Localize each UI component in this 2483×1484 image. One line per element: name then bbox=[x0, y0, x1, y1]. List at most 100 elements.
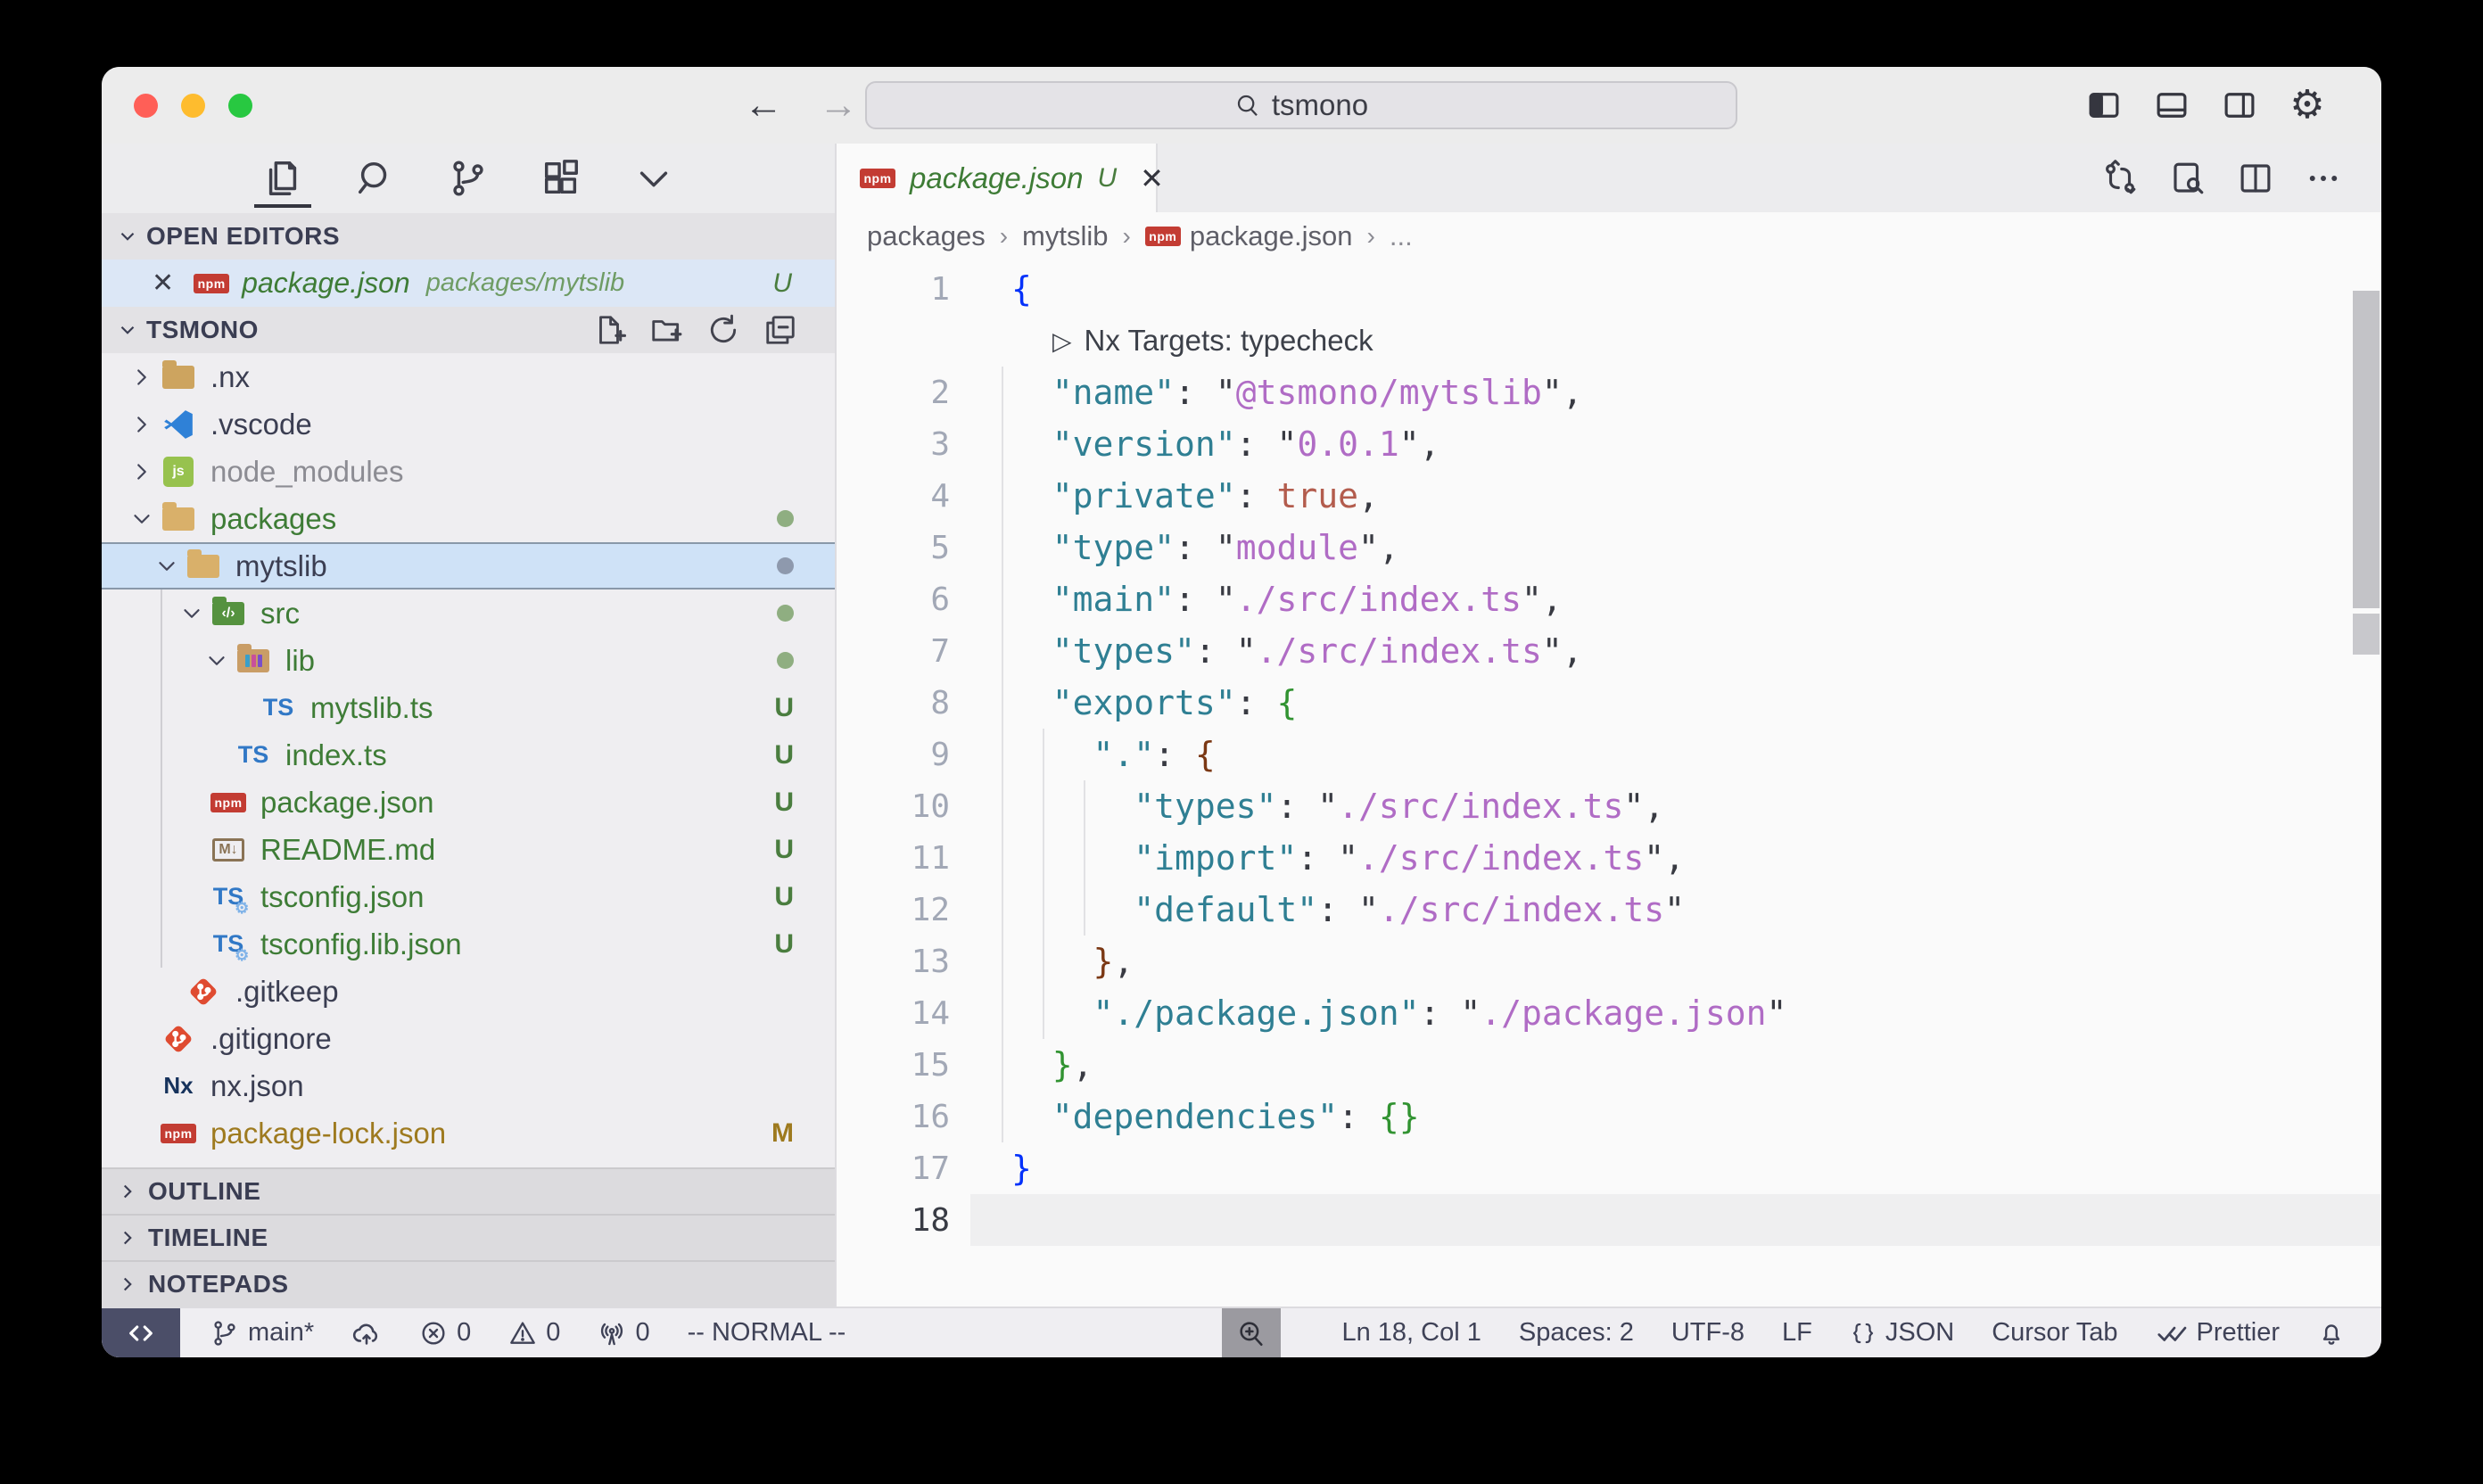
code-editor[interactable]: 1{▷Nx Targets: typecheck2 "name": "@tsmo… bbox=[837, 260, 2381, 1307]
status-item-warnings[interactable]: 0 bbox=[508, 1308, 560, 1357]
code-line-9[interactable]: 9 ".": { bbox=[837, 729, 2381, 780]
split-editor-icon[interactable] bbox=[2237, 160, 2274, 197]
code-line-6[interactable]: 6 "main": "./src/index.ts", bbox=[837, 573, 2381, 625]
minimize-window-button[interactable] bbox=[181, 94, 205, 118]
refresh-explorer-button[interactable] bbox=[706, 313, 740, 347]
code-token: "./package.json" bbox=[1093, 993, 1420, 1033]
code-line-16[interactable]: 16 "dependencies": {} bbox=[837, 1091, 2381, 1142]
code-line-4[interactable]: 4 "private": true, bbox=[837, 470, 2381, 522]
code-line-content: { bbox=[950, 263, 1032, 315]
tree-row-node-modules[interactable]: jsnode_modules bbox=[102, 448, 835, 495]
new-folder-button[interactable] bbox=[649, 313, 683, 347]
breadcrumb-item[interactable]: ... bbox=[1390, 220, 1413, 252]
status-item-language-mode[interactable]: JSON bbox=[1850, 1308, 1954, 1357]
tree-row-package-json[interactable]: npmpackage.jsonU bbox=[102, 779, 835, 826]
activity-item-search[interactable] bbox=[352, 149, 399, 208]
tree-row-nx-json[interactable]: Nxnx.json bbox=[102, 1062, 835, 1109]
tree-row--gitignore[interactable]: .gitignore bbox=[102, 1015, 835, 1062]
tree-row--gitkeep[interactable]: .gitkeep bbox=[102, 968, 835, 1015]
notepads-section[interactable]: NOTEPADS bbox=[102, 1260, 835, 1307]
code-line-14[interactable]: 14 "./package.json": "./package.json" bbox=[837, 987, 2381, 1039]
more-actions-icon[interactable] bbox=[2305, 160, 2342, 197]
code-line-18[interactable]: 18 bbox=[837, 1194, 2381, 1246]
toggle-panel-icon[interactable] bbox=[2151, 85, 2192, 126]
code-line-10[interactable]: 10 "types": "./src/index.ts", bbox=[837, 780, 2381, 832]
tree-row-package-lock-json[interactable]: npmpackage-lock.jsonM bbox=[102, 1109, 835, 1157]
code-line-7[interactable]: 7 "types": "./src/index.ts", bbox=[837, 625, 2381, 677]
command-center-search[interactable]: tsmono bbox=[865, 81, 1737, 129]
back-icon[interactable]: ← bbox=[744, 83, 783, 128]
code-line-8[interactable]: 8 "exports": { bbox=[837, 677, 2381, 729]
status-item-errors[interactable]: 0 bbox=[419, 1308, 471, 1357]
status-item-git-branch[interactable]: main* bbox=[210, 1308, 314, 1357]
tree-row--vscode[interactable]: .vscode bbox=[102, 400, 835, 448]
code-line-12[interactable]: 12 "default": "./src/index.ts" bbox=[837, 884, 2381, 936]
collapse-folders-icon bbox=[763, 313, 797, 347]
explorer-section-header[interactable]: TSMONO bbox=[102, 307, 835, 353]
status-item-ports[interactable]: 0 bbox=[598, 1308, 649, 1357]
toggle-secondary-sidebar-icon[interactable] bbox=[2219, 85, 2260, 126]
status-item-formatter[interactable]: Prettier bbox=[2156, 1308, 2280, 1357]
line-number: 15 bbox=[837, 1047, 950, 1084]
status-item-publish[interactable] bbox=[351, 1308, 382, 1357]
search-editor-icon[interactable] bbox=[2169, 160, 2207, 197]
tree-row-readme-md[interactable]: M↓README.mdU bbox=[102, 826, 835, 873]
code-token: " bbox=[1460, 993, 1481, 1033]
status-item-indentation[interactable]: Spaces: 2 bbox=[1519, 1308, 1634, 1357]
close-tab-icon[interactable]: ✕ bbox=[1140, 161, 1164, 195]
breadcrumb-item[interactable]: mytslib bbox=[1022, 220, 1108, 252]
code-line-5[interactable]: 5 "type": "module", bbox=[837, 522, 2381, 573]
open-changes-icon[interactable] bbox=[2101, 160, 2139, 197]
status-item-cursor-position[interactable]: Ln 18, Col 1 bbox=[1341, 1308, 1481, 1357]
open-editors-header[interactable]: OPEN EDITORS bbox=[102, 213, 835, 260]
status-item-cursor-tab[interactable]: Cursor Tab bbox=[1992, 1308, 2117, 1357]
outline-section[interactable]: OUTLINE bbox=[102, 1167, 835, 1214]
code-line-3[interactable]: 3 "version": "0.0.1", bbox=[837, 418, 2381, 470]
tree-row-mytslib-ts[interactable]: TSmytslib.tsU bbox=[102, 684, 835, 731]
code-token: " bbox=[1358, 890, 1379, 929]
tree-row-packages[interactable]: packages bbox=[102, 495, 835, 542]
tree-row-tsconfig-lib-json[interactable]: TS⚙tsconfig.lib.jsonU bbox=[102, 920, 835, 968]
tree-row-src[interactable]: ‹/›src bbox=[102, 589, 835, 637]
activity-item-extensions[interactable] bbox=[538, 149, 584, 208]
collapse-folders-button[interactable] bbox=[763, 313, 797, 347]
editor-scrollbar-segment[interactable] bbox=[2353, 614, 2380, 655]
activity-item-more-views[interactable] bbox=[631, 149, 677, 208]
code-line-17[interactable]: 17} bbox=[837, 1142, 2381, 1194]
status-item-eol[interactable]: LF bbox=[1782, 1308, 1812, 1357]
timeline-section[interactable]: TIMELINE bbox=[102, 1214, 835, 1260]
close-editor-icon[interactable]: ✕ bbox=[152, 268, 174, 299]
tree-row-tsconfig-json[interactable]: TS⚙tsconfig.jsonU bbox=[102, 873, 835, 920]
new-file-button[interactable] bbox=[592, 313, 626, 347]
code-token: " bbox=[1644, 838, 1664, 878]
tree-row-lib[interactable]: lib bbox=[102, 637, 835, 684]
status-item-encoding[interactable]: UTF-8 bbox=[1671, 1308, 1745, 1357]
activity-item-explorer[interactable] bbox=[260, 149, 306, 208]
code-line-15[interactable]: 15 }, bbox=[837, 1039, 2381, 1091]
code-lens[interactable]: ▷Nx Targets: typecheck bbox=[1052, 315, 2381, 367]
code-line-2[interactable]: 2 "name": "@tsmono/mytslib", bbox=[837, 367, 2381, 418]
status-item-screencast-zoom[interactable] bbox=[1222, 1308, 1281, 1357]
editor-scrollbar[interactable] bbox=[2353, 291, 2380, 608]
status-item-vim-mode[interactable]: -- NORMAL -- bbox=[688, 1308, 846, 1357]
tree-row-mytslib[interactable]: mytslib bbox=[102, 542, 835, 589]
open-editor-item[interactable]: ✕ npm package.json packages/mytslib U bbox=[102, 260, 835, 307]
breadcrumb-item[interactable]: npmpackage.json bbox=[1145, 220, 1353, 252]
forward-icon[interactable]: → bbox=[819, 83, 858, 128]
titlebar-actions: ⚙ bbox=[2083, 85, 2328, 126]
code-line-13[interactable]: 13 }, bbox=[837, 936, 2381, 987]
settings-gear-icon[interactable]: ⚙ bbox=[2287, 85, 2328, 126]
activity-item-source-control[interactable] bbox=[445, 149, 491, 208]
tree-row--nx[interactable]: .nx bbox=[102, 353, 835, 400]
code-line-11[interactable]: 11 "import": "./src/index.ts", bbox=[837, 832, 2381, 884]
tab-package-json[interactable]: npm package.json U ✕ bbox=[837, 144, 1158, 212]
tree-row-index-ts[interactable]: TSindex.tsU bbox=[102, 731, 835, 779]
breadcrumb-item[interactable]: packages bbox=[867, 220, 986, 252]
git-status-badge: U bbox=[774, 835, 794, 865]
toggle-primary-sidebar-icon[interactable] bbox=[2083, 85, 2124, 126]
zoom-window-button[interactable] bbox=[228, 94, 252, 118]
status-item-notifications[interactable] bbox=[2317, 1308, 2346, 1357]
status-item-remote-indicator[interactable] bbox=[102, 1308, 180, 1357]
code-line-1[interactable]: 1{ bbox=[837, 263, 2381, 315]
close-window-button[interactable] bbox=[134, 94, 158, 118]
